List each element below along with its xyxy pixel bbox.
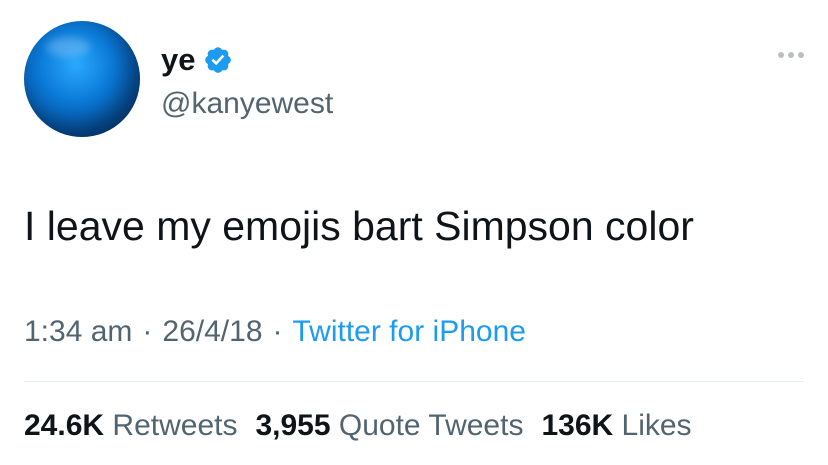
quote-tweets-label: Quote Tweets	[338, 409, 524, 442]
divider	[24, 381, 804, 382]
quote-tweets-stat[interactable]: 3,955 Quote Tweets	[255, 409, 523, 442]
author-display-name[interactable]: ye	[161, 42, 195, 78]
likes-count: 136K	[541, 409, 614, 442]
more-dot	[788, 52, 794, 58]
tweet-meta: 1:34 am · 26/4/18 · Twitter for iPhone	[24, 312, 526, 352]
verified-badge-icon	[205, 47, 232, 73]
likes-stat[interactable]: 136K Likes	[541, 409, 691, 442]
tweet-card: ye @kanyewest I leave my emojis bart Sim…	[0, 0, 828, 465]
tweet-stats: 24.6K Retweets 3,955 Quote Tweets 136K Lik…	[24, 406, 710, 446]
author-handle[interactable]: @kanyewest	[161, 86, 333, 122]
quote-tweets-count: 3,955	[255, 409, 331, 442]
tweet-date[interactable]: 26/4/18	[162, 315, 262, 348]
avatar[interactable]	[24, 21, 140, 137]
tweet-source-link[interactable]: Twitter for iPhone	[293, 315, 526, 348]
meta-separator: ·	[272, 315, 283, 348]
likes-label: Likes	[621, 409, 692, 442]
retweets-stat[interactable]: 24.6K Retweets	[24, 409, 237, 442]
tweet-text: I leave my emojis bart Simpson color	[24, 203, 694, 249]
retweets-label: Retweets	[112, 409, 238, 442]
retweets-count: 24.6K	[24, 409, 105, 442]
meta-separator: ·	[142, 315, 153, 348]
tweet-time[interactable]: 1:34 am	[24, 315, 132, 348]
more-dot	[778, 52, 784, 58]
more-options-icon[interactable]	[778, 52, 804, 58]
more-dot	[798, 52, 804, 58]
author-name-row: ye	[161, 42, 233, 78]
